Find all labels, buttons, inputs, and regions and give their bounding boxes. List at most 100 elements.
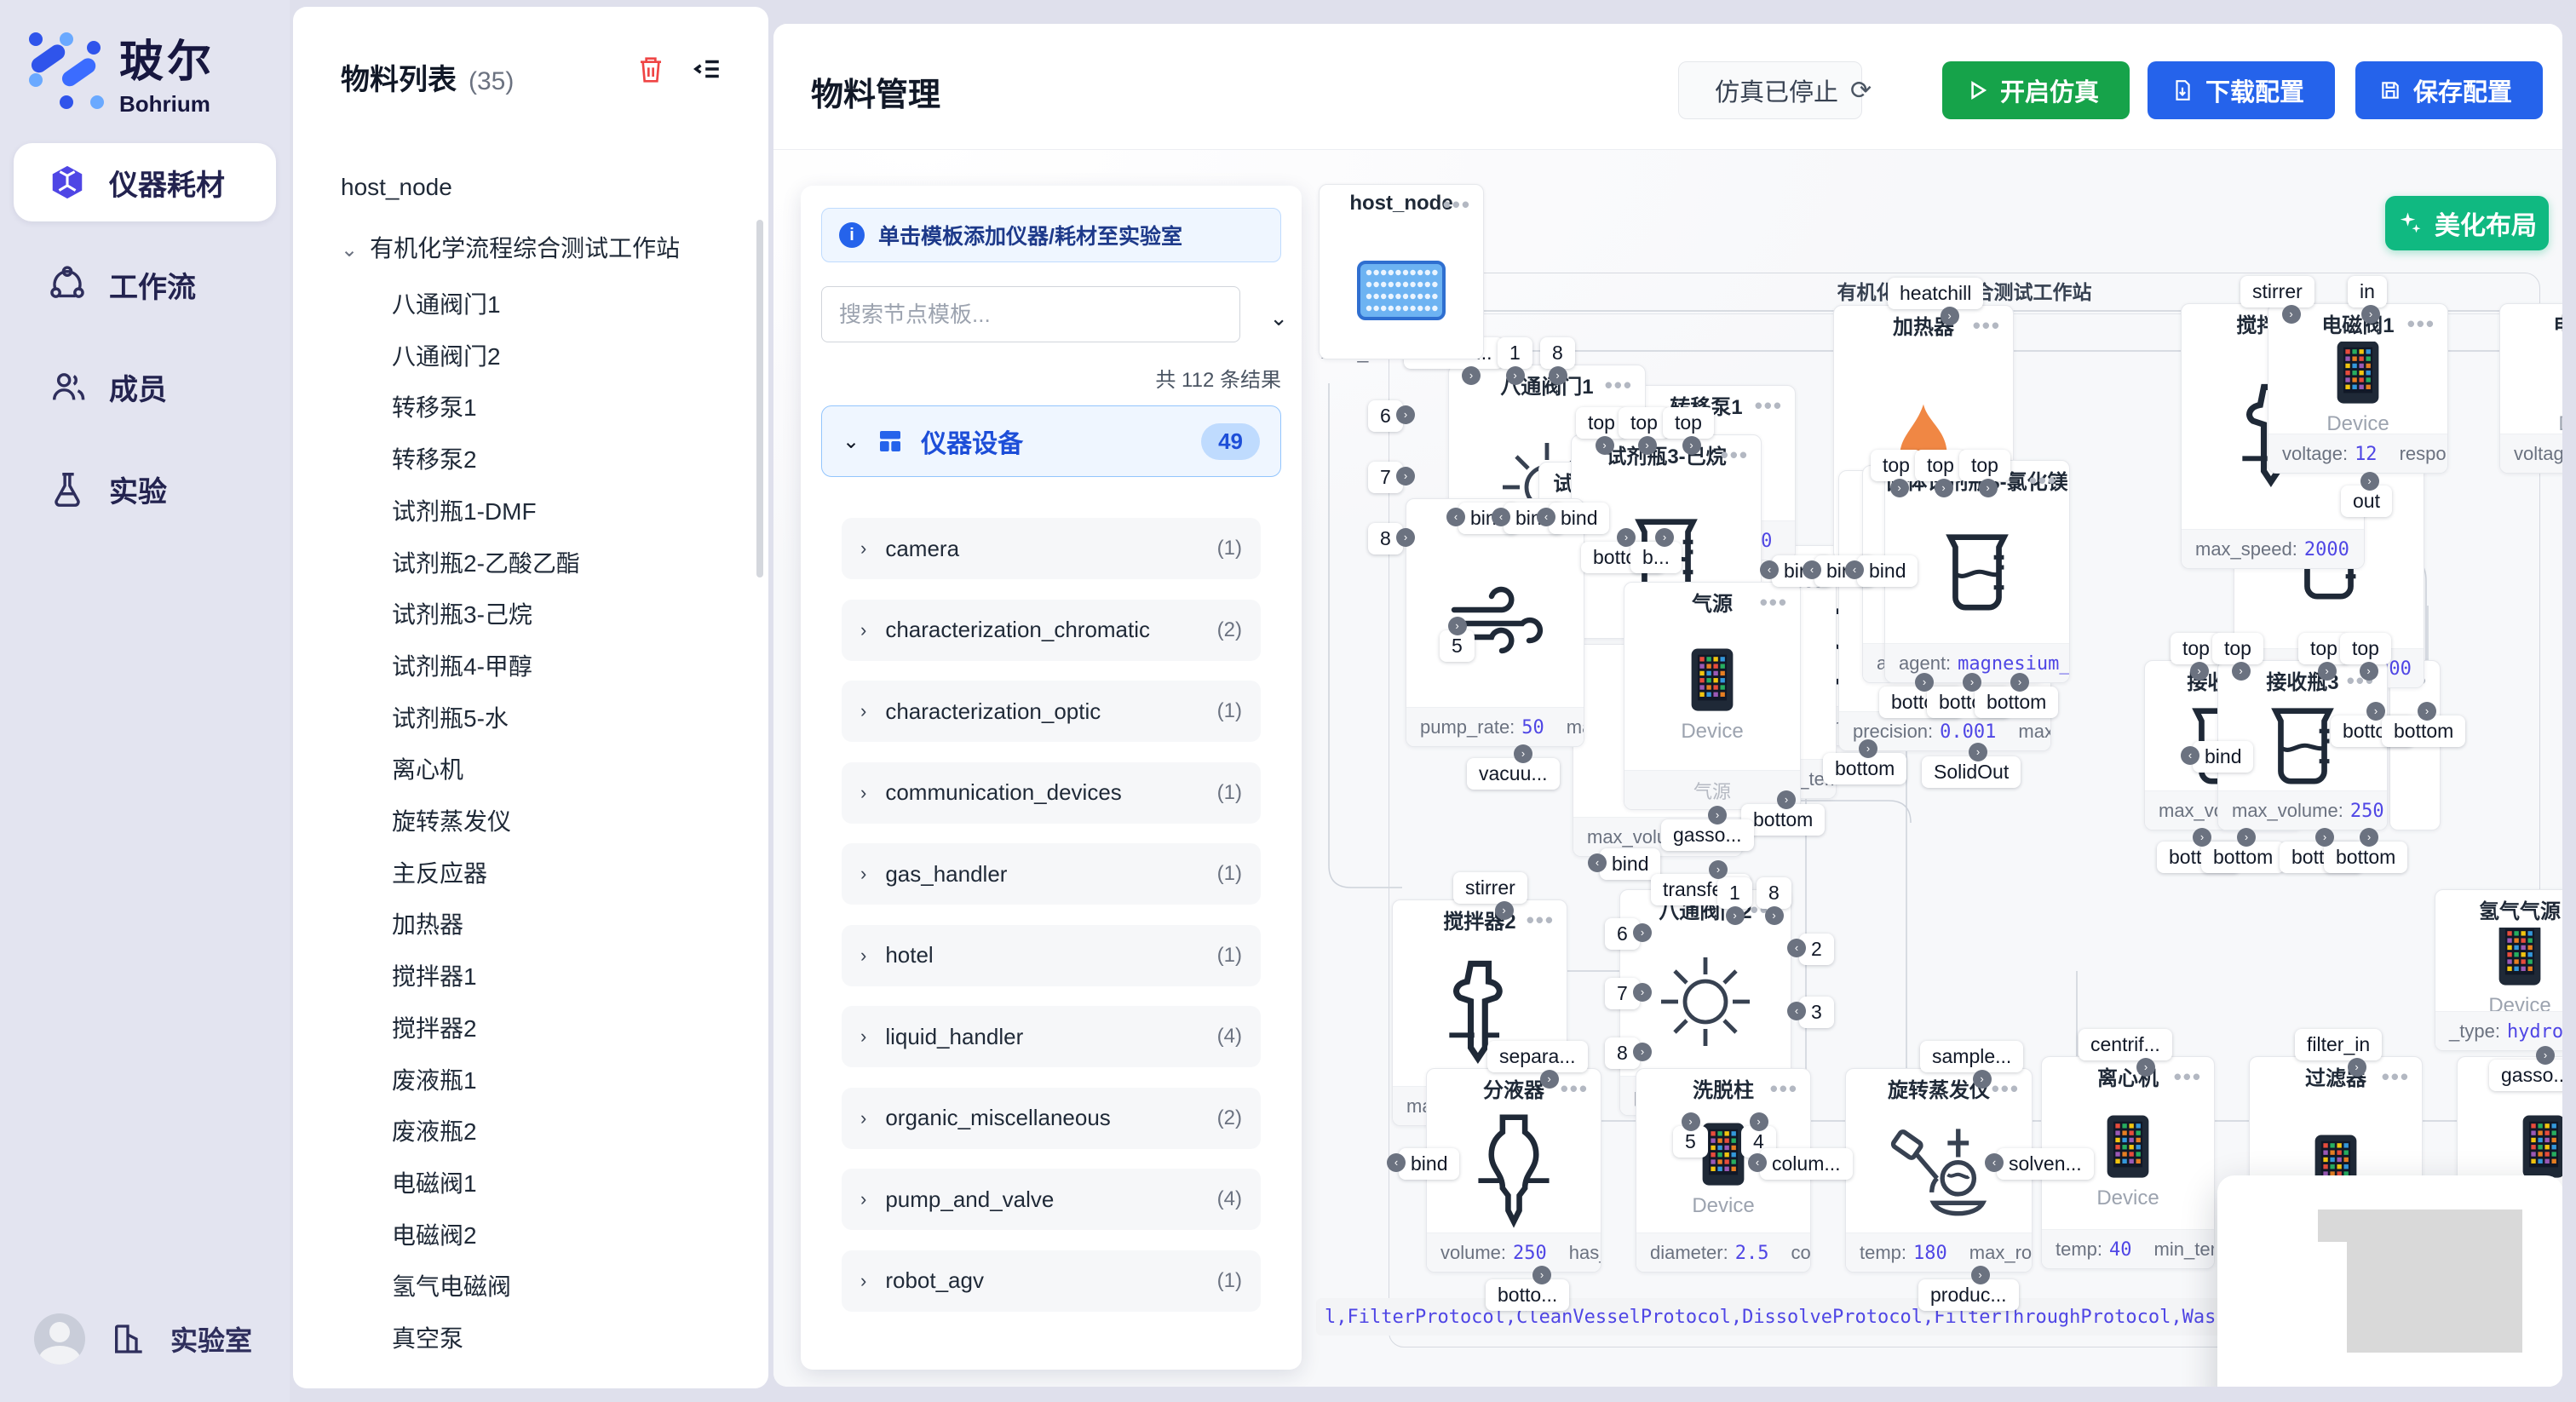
port-dot-icon[interactable]: › xyxy=(1708,806,1727,825)
node-menu-icon[interactable]: ••• xyxy=(2029,468,2057,494)
port-dot-icon[interactable]: › xyxy=(1935,479,1953,497)
port-dot-icon[interactable]: › xyxy=(2348,1058,2366,1077)
port-dot-icon[interactable]: › xyxy=(1617,528,1636,547)
tree-item[interactable]: 试剂瓶3-己烷 xyxy=(392,596,532,630)
port-dot-icon[interactable]: ‹ xyxy=(1537,508,1555,526)
port-chip-bind[interactable]: bind xyxy=(1549,503,1609,534)
tree-item-host-node[interactable]: host_node xyxy=(341,174,452,201)
template-row-robot_agv[interactable]: › robot_agv (1) xyxy=(842,1250,1261,1312)
port-dot-icon[interactable]: › xyxy=(1633,983,1652,1002)
port-dot-icon[interactable]: › xyxy=(1973,1070,1992,1089)
port-dot-icon[interactable]: › xyxy=(2536,1046,2555,1065)
port-chip-gasso[interactable]: gasso... xyxy=(2489,1060,2562,1091)
port-dot-icon[interactable]: › xyxy=(2193,828,2211,847)
port-dot-icon[interactable]: › xyxy=(1514,744,1532,763)
port-dot-icon[interactable]: › xyxy=(1971,1266,1990,1284)
port-chip-heatchill[interactable]: heatchill xyxy=(1888,278,1983,309)
tree-item[interactable]: 转移泵2 xyxy=(392,441,477,475)
tree-item[interactable]: 废液瓶2 xyxy=(392,1113,477,1147)
port-dot-icon[interactable]: ‹ xyxy=(1803,560,1821,579)
node-menu-icon[interactable]: ••• xyxy=(1755,393,1783,419)
port-dot-icon[interactable]: › xyxy=(2136,1058,2155,1077)
port-chip-solven[interactable]: solven... xyxy=(1997,1148,2094,1180)
port-dot-icon[interactable]: › xyxy=(2360,662,2378,681)
port-dot-icon[interactable]: ‹ xyxy=(1985,1153,2004,1172)
port-dot-icon[interactable]: › xyxy=(1979,479,1998,497)
beautify-layout-button[interactable]: 美化布局 xyxy=(2385,196,2549,250)
tree-item[interactable]: 主反应器 xyxy=(392,855,487,889)
node-menu-icon[interactable]: ••• xyxy=(1443,192,1471,218)
port-dot-icon[interactable]: ‹ xyxy=(1748,1153,1767,1172)
port-chip-stirrer[interactable]: stirrer xyxy=(2240,276,2314,307)
port-dot-icon[interactable]: › xyxy=(2010,673,2029,692)
port-chip-vacuu[interactable]: vacuu... xyxy=(1467,758,1560,790)
port-chip-bind[interactable]: bind xyxy=(1399,1148,1459,1180)
port-chip-produc[interactable]: produc... xyxy=(1918,1279,2019,1311)
port-dot-icon[interactable]: › xyxy=(1709,860,1728,879)
tree-item[interactable]: 废液瓶1 xyxy=(392,1062,477,1096)
port-chip-bind[interactable]: bind xyxy=(1857,555,1918,587)
port-chip-stirrer[interactable]: stirrer xyxy=(1453,872,1527,904)
port-chip-top[interactable]: top xyxy=(1619,407,1670,439)
node-vac[interactable]: 真空泵•••pump_rate:50max_vacuum:0.1 xyxy=(1406,498,1584,747)
port-chip-filterin[interactable]: filter_in xyxy=(2295,1029,2382,1060)
port-dot-icon[interactable]: › xyxy=(1596,436,1614,455)
port-dot-icon[interactable]: › xyxy=(1777,790,1796,809)
port-dot-icon[interactable]: › xyxy=(1750,1112,1768,1131)
start-simulation-button[interactable]: 开启仿真 xyxy=(1942,61,2130,119)
sidebar-item-3[interactable]: 成员 xyxy=(14,348,276,426)
port-dot-icon[interactable]: › xyxy=(2282,305,2301,324)
template-row-camera[interactable]: › camera (1) xyxy=(842,518,1261,579)
port-dot-icon[interactable]: › xyxy=(1890,479,1909,497)
port-chip-SolidOut[interactable]: SolidOut xyxy=(1922,756,2021,788)
port-chip-top[interactable]: top xyxy=(1663,407,1714,439)
save-config-button[interactable]: 保存配置 xyxy=(2355,61,2543,119)
tree-item[interactable]: 试剂瓶4-甲醇 xyxy=(392,648,532,682)
lab-label[interactable]: 实验室 xyxy=(170,1319,252,1359)
node-menu-icon[interactable]: ••• xyxy=(1605,372,1633,399)
material-scrollbar[interactable] xyxy=(756,220,763,577)
port-dot-icon[interactable]: › xyxy=(2360,472,2379,491)
tree-item[interactable]: 真空泵 xyxy=(392,1320,463,1354)
port-dot-icon[interactable]: ‹ xyxy=(1387,1153,1406,1172)
tree-item[interactable]: 加热器 xyxy=(392,906,463,940)
node-menu-icon[interactable]: ••• xyxy=(1527,907,1555,934)
node-sole1[interactable]: 电磁阀1•••Devicevoltage:12response_time:0.1 xyxy=(2268,303,2448,474)
port-dot-icon[interactable]: ‹ xyxy=(1446,508,1465,526)
node-h2gas[interactable]: 氢气气源•••Device_type:hydrogenmax_pre xyxy=(2435,889,2562,1051)
port-dot-icon[interactable]: › xyxy=(1682,1112,1700,1131)
sidebar-item-4[interactable]: 实验 xyxy=(14,450,276,528)
refresh-icon[interactable]: ⟳ xyxy=(1850,76,1872,106)
port-dot-icon[interactable]: › xyxy=(1448,617,1467,635)
port-dot-icon[interactable]: › xyxy=(1633,923,1652,942)
template-row-hotel[interactable]: › hotel (1) xyxy=(842,925,1261,986)
collapse-list-icon[interactable] xyxy=(693,55,722,83)
template-row-organic_miscellaneous[interactable]: › organic_miscellaneous (2) xyxy=(842,1088,1261,1149)
port-dot-icon[interactable]: › xyxy=(2361,305,2380,324)
tree-item[interactable]: 氢气电磁阀 xyxy=(392,1268,511,1302)
port-chip-top[interactable]: top xyxy=(1959,450,2010,481)
port-dot-icon[interactable]: › xyxy=(1495,901,1514,920)
port-chip-separa[interactable]: separa... xyxy=(1487,1041,1588,1072)
port-chip-gasso[interactable]: gasso... xyxy=(1661,819,1754,851)
port-chip-colum[interactable]: colum... xyxy=(1760,1148,1853,1180)
port-dot-icon[interactable]: › xyxy=(1963,673,1981,692)
port-dot-icon[interactable]: ‹ xyxy=(1760,560,1779,579)
port-dot-icon[interactable]: › xyxy=(1396,467,1415,486)
tree-item[interactable]: 试剂瓶5-水 xyxy=(392,700,509,734)
port-dot-icon[interactable]: › xyxy=(2366,702,2385,721)
tree-item[interactable]: 离心机 xyxy=(392,751,463,785)
node-host[interactable]: host_node••• xyxy=(1319,184,1484,359)
node-menu-icon[interactable]: ••• xyxy=(1561,1076,1589,1102)
port-dot-icon[interactable]: › xyxy=(1726,906,1745,925)
node-menu-icon[interactable]: ••• xyxy=(1721,442,1749,468)
port-dot-icon[interactable]: ‹ xyxy=(1787,939,1806,957)
template-row-communication_devices[interactable]: › communication_devices (1) xyxy=(842,762,1261,824)
port-dot-icon[interactable]: › xyxy=(1396,405,1415,424)
node-sole2[interactable]: 电磁阀2•••Devicevoltage:12 xyxy=(2499,303,2562,474)
node-menu-icon[interactable]: ••• xyxy=(1760,589,1788,616)
port-dot-icon[interactable]: › xyxy=(1462,366,1481,385)
port-dot-icon[interactable]: › xyxy=(1969,743,1987,761)
template-search-input[interactable] xyxy=(821,286,1240,342)
port-dot-icon[interactable]: › xyxy=(1532,1266,1551,1284)
